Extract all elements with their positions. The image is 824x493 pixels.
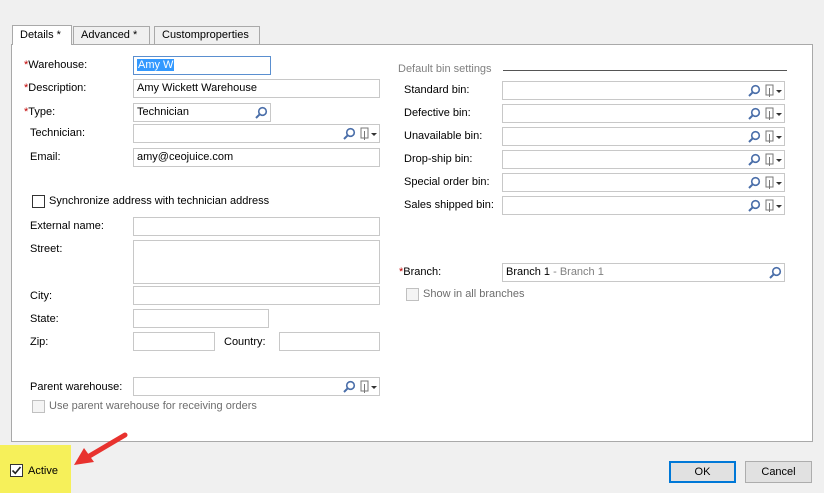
email-input[interactable]: amy@ceojuice.com bbox=[133, 148, 380, 167]
search-icon[interactable] bbox=[254, 106, 268, 120]
default-bin-settings-title: Default bin settings bbox=[398, 63, 492, 75]
warehouse-input[interactable]: Amy W bbox=[133, 56, 271, 75]
country-input[interactable] bbox=[279, 332, 380, 351]
branch-secondary: - Branch 1 bbox=[553, 266, 604, 278]
details-dropdown-icon[interactable] bbox=[764, 83, 784, 99]
type-value: Technician bbox=[137, 106, 189, 118]
search-icon[interactable] bbox=[747, 199, 761, 213]
details-dropdown-icon[interactable] bbox=[764, 198, 784, 214]
sync-address-checkbox[interactable] bbox=[32, 195, 45, 208]
type-input[interactable]: Technician bbox=[133, 103, 271, 122]
details-dropdown-icon[interactable] bbox=[764, 106, 784, 122]
technician-input[interactable] bbox=[133, 124, 380, 143]
tab-details[interactable]: Details * bbox=[12, 25, 72, 45]
search-icon[interactable] bbox=[747, 153, 761, 167]
zip-label: Zip: bbox=[30, 336, 49, 348]
search-icon[interactable] bbox=[747, 130, 761, 144]
cancel-button[interactable]: Cancel bbox=[745, 461, 812, 483]
search-icon[interactable] bbox=[342, 380, 356, 394]
email-label: Email: bbox=[30, 151, 61, 163]
state-input[interactable] bbox=[133, 309, 269, 328]
details-dropdown-icon[interactable] bbox=[359, 379, 379, 395]
street-input[interactable] bbox=[133, 240, 380, 284]
bin-label: Defective bin: bbox=[404, 107, 471, 119]
technician-label: Technician: bbox=[30, 127, 86, 139]
show-all-branches-label: Show in all branches bbox=[423, 288, 525, 300]
bin-input[interactable] bbox=[502, 196, 785, 215]
branch-value: Branch 1 bbox=[506, 266, 551, 278]
external-name-input[interactable] bbox=[133, 217, 380, 236]
country-label: Country: bbox=[224, 336, 266, 348]
street-label: Street: bbox=[30, 243, 63, 255]
tab-customproperties[interactable]: Customproperties bbox=[154, 26, 260, 45]
annotation-arrow-icon bbox=[74, 432, 128, 465]
type-label: *Type: bbox=[24, 106, 56, 118]
description-input[interactable]: Amy Wickett Warehouse bbox=[133, 79, 380, 98]
bin-label: Standard bin: bbox=[404, 84, 470, 96]
bin-label: Drop-ship bin: bbox=[404, 153, 473, 165]
city-input[interactable] bbox=[133, 286, 380, 305]
parent-warehouse-input[interactable] bbox=[133, 377, 380, 396]
bin-input[interactable] bbox=[502, 150, 785, 169]
section-divider bbox=[503, 70, 787, 71]
branch-input[interactable]: Branch 1 - Branch 1 bbox=[502, 263, 785, 282]
use-parent-label: Use parent warehouse for receiving order… bbox=[49, 400, 257, 412]
details-dropdown-icon[interactable] bbox=[764, 152, 784, 168]
details-dropdown-icon[interactable] bbox=[764, 175, 784, 191]
show-all-branches-checkbox[interactable] bbox=[406, 288, 419, 301]
search-icon[interactable] bbox=[747, 107, 761, 121]
details-dropdown-icon[interactable] bbox=[764, 129, 784, 145]
warehouse-label: *Warehouse: bbox=[24, 59, 88, 71]
bin-label: Special order bin: bbox=[404, 176, 490, 188]
active-checkbox[interactable] bbox=[10, 464, 23, 477]
bin-label: Unavailable bin: bbox=[404, 130, 483, 142]
search-icon[interactable] bbox=[747, 84, 761, 98]
sync-address-label: Synchronize address with technician addr… bbox=[49, 195, 270, 207]
bin-input[interactable] bbox=[502, 81, 785, 100]
tab-advanced[interactable]: Advanced * bbox=[73, 26, 150, 45]
details-dropdown-icon[interactable] bbox=[359, 126, 379, 142]
city-label: City: bbox=[30, 290, 52, 302]
description-label: *Description: bbox=[24, 82, 87, 94]
search-icon[interactable] bbox=[768, 266, 782, 280]
search-icon[interactable] bbox=[342, 127, 356, 141]
search-icon[interactable] bbox=[747, 176, 761, 190]
ok-button[interactable]: OK bbox=[669, 461, 736, 483]
use-parent-checkbox[interactable] bbox=[32, 400, 45, 413]
zip-input[interactable] bbox=[133, 332, 215, 351]
bin-input[interactable] bbox=[502, 104, 785, 123]
active-label: Active bbox=[28, 465, 58, 477]
branch-label: *Branch: bbox=[399, 266, 442, 278]
bin-input[interactable] bbox=[502, 127, 785, 146]
external-name-label: External name: bbox=[30, 220, 104, 232]
parent-warehouse-label: Parent warehouse: bbox=[30, 381, 123, 393]
checkmark-icon bbox=[11, 466, 22, 475]
state-label: State: bbox=[30, 313, 59, 325]
bin-input[interactable] bbox=[502, 173, 785, 192]
bin-label: Sales shipped bin: bbox=[404, 199, 494, 211]
